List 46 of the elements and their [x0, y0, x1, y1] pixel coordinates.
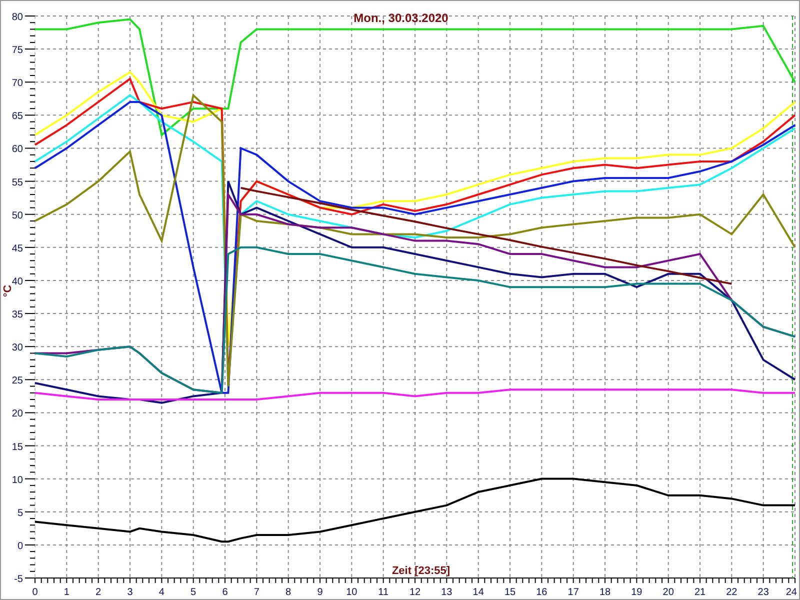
tick-label: 11 [378, 587, 389, 598]
tick-label: 7 [254, 587, 260, 598]
tick-label: 2 [96, 587, 102, 598]
tick-label: 70 [12, 78, 23, 90]
tick-label: 80 [12, 12, 23, 23]
tick-label: 15 [504, 587, 516, 598]
tick-label: 0 [32, 587, 38, 598]
tick-label: 5 [17, 508, 23, 519]
tick-label: 30 [12, 342, 23, 354]
tick-label: -5 [14, 574, 23, 585]
tick-label: 45 [12, 243, 23, 254]
tick-label: 0 [17, 540, 23, 552]
tick-label: 15 [12, 442, 23, 453]
tick-label: 40 [12, 276, 23, 288]
tick-label: 75 [12, 45, 23, 56]
tick-label: 18 [599, 587, 611, 598]
tick-label: 55 [12, 177, 23, 188]
tick-label: 10 [346, 587, 358, 598]
tick-label: 60 [12, 144, 23, 156]
tick-label: 3 [127, 587, 133, 598]
tick-label: 10 [12, 474, 23, 486]
tick-label: 17 [568, 587, 579, 598]
tick-label: 23 [758, 587, 769, 598]
tick-label: 1 [64, 587, 70, 598]
tick-label: 19 [631, 587, 642, 598]
tick-label: 24 [786, 587, 797, 598]
tick-label: 65 [12, 111, 23, 122]
tick-label: 5 [190, 587, 196, 598]
tick-label: 20 [662, 587, 674, 598]
tick-label: 20 [12, 408, 23, 420]
chart-title: Mon., 30.03.2020 [354, 11, 448, 25]
x-axis-label: Zeit [23:55] [392, 565, 450, 577]
tick-label: 25 [12, 376, 23, 387]
y-axis-label: °C [2, 284, 14, 298]
tick-label: 21 [694, 587, 706, 598]
tick-label: 50 [12, 210, 23, 222]
tick-label: 8 [286, 587, 292, 598]
tick-label: 16 [536, 587, 548, 598]
tick-label: 22 [726, 587, 738, 598]
tick-label: 6 [222, 587, 228, 598]
tick-label: 9 [317, 587, 323, 598]
tick-label: 14 [472, 587, 484, 598]
tick-label: 12 [409, 587, 421, 598]
tick-label: 13 [441, 587, 452, 598]
tick-label: 35 [12, 310, 23, 321]
tick-label: 4 [158, 587, 164, 598]
